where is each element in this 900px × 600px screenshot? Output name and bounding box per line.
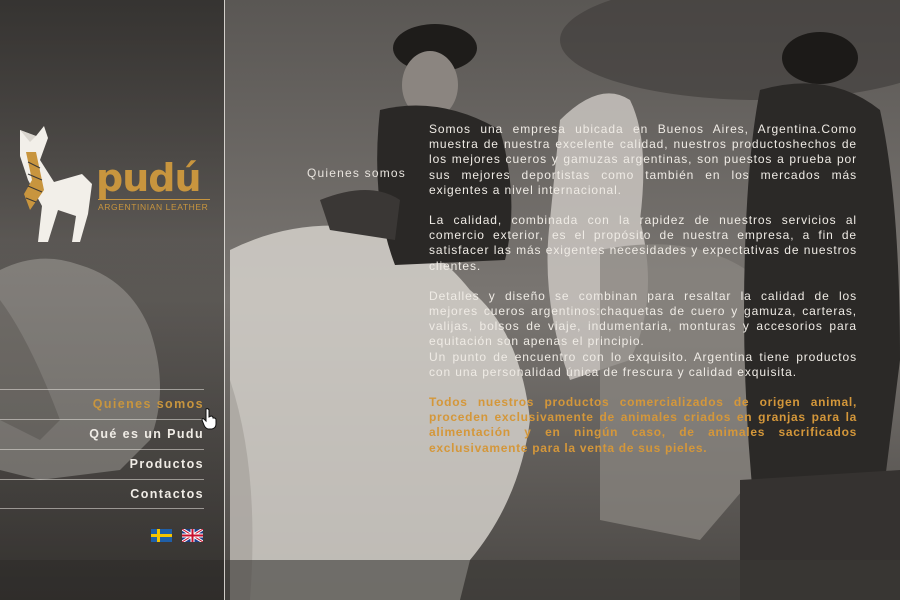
sidebar: pudú ARGENTINIAN LEATHER Quienes somos Q… <box>0 0 224 600</box>
nav-item-productos[interactable]: Productos <box>0 449 204 479</box>
content-paragraph: La calidad, combinada con la rapidez de … <box>429 213 857 273</box>
main-content: Somos una empresa ubicada en Buenos Aire… <box>429 122 857 471</box>
flag-uk-icon[interactable] <box>182 529 203 542</box>
brand-logo[interactable]: pudú ARGENTINIAN LEATHER <box>14 122 214 247</box>
nav-item-contactos[interactable]: Contactos <box>0 479 204 509</box>
content-paragraph: Un punto de encuentro con lo exquisito. … <box>429 349 857 379</box>
nav-item-que-es-un-pudu[interactable]: Qué es un Pudu <box>0 419 204 449</box>
flag-sweden-icon[interactable] <box>151 529 172 542</box>
highlight-paragraph: Todos nuestros productos comercializados… <box>429 395 857 455</box>
brand-name: pudú <box>96 156 202 200</box>
nav-item-quienes-somos[interactable]: Quienes somos <box>0 389 204 419</box>
nav-item-label: Productos <box>129 457 204 471</box>
pudu-deer-logo-icon <box>20 126 92 242</box>
page-title: Quienes somos <box>307 166 406 180</box>
page-stage: pudú ARGENTINIAN LEATHER Quienes somos Q… <box>0 0 900 600</box>
brand-tagline: ARGENTINIAN LEATHER <box>98 199 210 212</box>
content-paragraph: Somos una empresa ubicada en Buenos Aire… <box>429 122 857 197</box>
nav-item-label: Contactos <box>130 487 204 501</box>
divider-line <box>224 0 225 600</box>
nav-item-label: Quienes somos <box>92 397 204 411</box>
nav-item-label: Qué es un Pudu <box>89 427 204 441</box>
hand-pointer-icon <box>201 408 217 430</box>
main-nav: Quienes somos Qué es un Pudu Productos C… <box>0 389 204 509</box>
content-paragraph: Detalles y diseño se combinan para resal… <box>429 288 857 349</box>
